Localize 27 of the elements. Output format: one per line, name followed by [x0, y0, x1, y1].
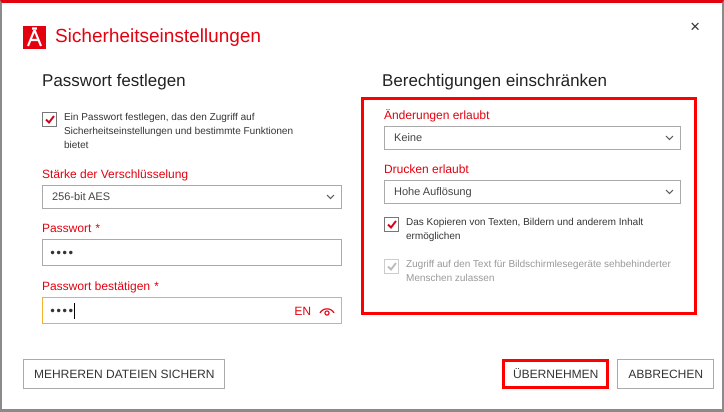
field-label: Änderungen erlaubt: [384, 108, 490, 122]
window-title: Sicherheitseinstellungen: [55, 26, 261, 48]
checkbox-label: Ein Passwort festlegen, das den Zugriff auf Sicherheitseinstellungen und bestimmte Funktionen bietet: [64, 111, 294, 153]
chevron-down-icon: [326, 194, 335, 200]
field-label: Stärke der Verschlüsselung: [42, 167, 190, 181]
close-button[interactable]: ×: [686, 17, 704, 37]
chevron-down-icon: [665, 189, 674, 195]
field-label: Passwort bestätigen *: [42, 279, 160, 293]
field-label: Passwort *: [42, 221, 102, 235]
eye-icon[interactable]: [319, 306, 335, 316]
checkbox-label: Das Kopieren von Texten, Bildern und anderem Inhalt ermöglichen: [406, 216, 644, 244]
dialog-button[interactable]: ABBRECHEN: [617, 359, 714, 389]
checkbox-label: Zugriff auf den Text für Bildschirmlesegeräte sehbehinderter Menschen zulassen: [406, 258, 672, 286]
password-field[interactable]: ••••: [42, 239, 342, 266]
password-field[interactable]: •••• EN: [42, 297, 342, 324]
field-label: Drucken erlaubt: [384, 162, 470, 176]
app-logo-icon: [23, 26, 46, 48]
section-heading: Passwort festlegen: [42, 71, 187, 91]
dialog-button[interactable]: ÜBERNEHMEN: [502, 359, 610, 389]
encryption-select[interactable]: 256-bit AES: [42, 185, 342, 209]
dialog-button[interactable]: MEHREREN DATEIEN SICHERN: [23, 359, 226, 389]
section-heading: Berechtigungen einschränken: [381, 71, 608, 91]
printing-select[interactable]: Hohe Auflösung: [384, 180, 681, 204]
chevron-down-icon: [665, 135, 674, 141]
checkbox[interactable]: [384, 217, 399, 232]
changes-select[interactable]: Keine: [384, 126, 681, 150]
checkbox[interactable]: [42, 112, 57, 127]
